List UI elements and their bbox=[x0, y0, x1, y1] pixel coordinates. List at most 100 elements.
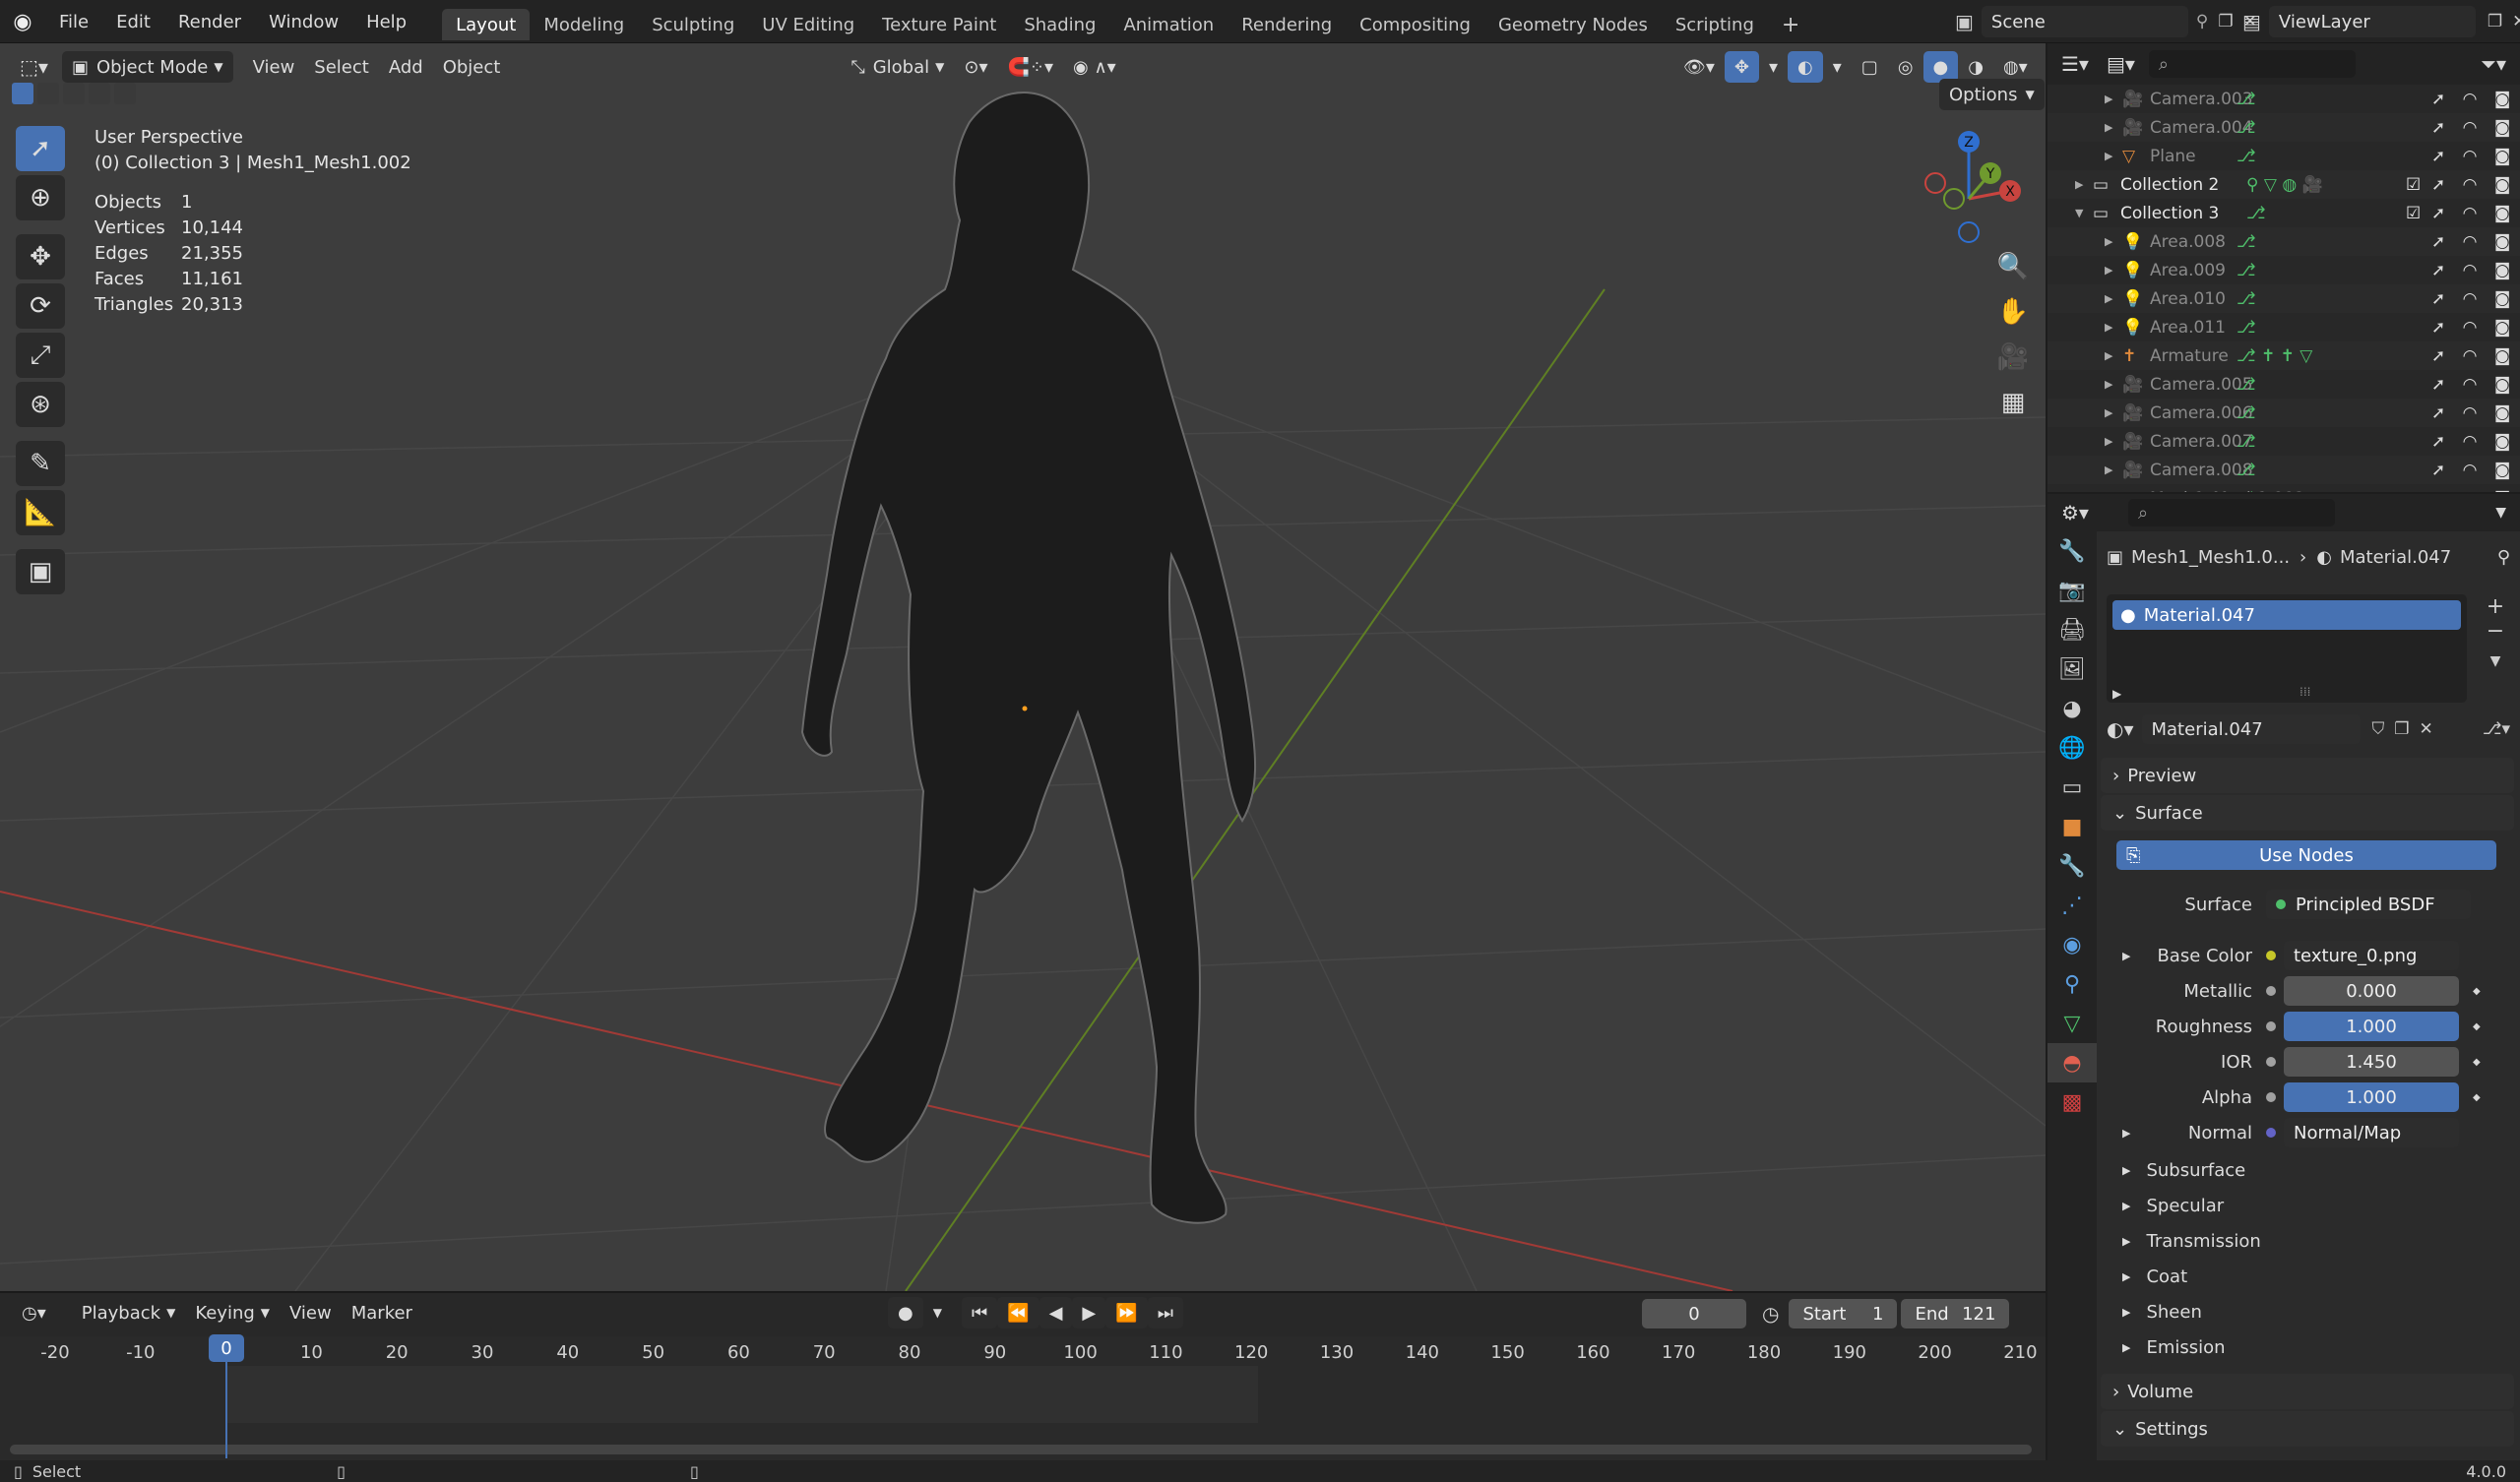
options-dropdown[interactable]: Options ▼ bbox=[1939, 79, 2045, 110]
particles-tab-icon[interactable]: ⋰ bbox=[2048, 886, 2097, 925]
restriction-toggles-icon[interactable]: ➚ ◠ ◙ bbox=[2431, 289, 2516, 309]
play-reverse-icon[interactable]: ◀ bbox=[1039, 1297, 1073, 1328]
expand-triangle-icon[interactable]: ▶ bbox=[2105, 406, 2112, 419]
subpanel-header[interactable]: ▶ Sheen bbox=[2107, 1295, 2202, 1328]
outliner-row[interactable]: ▼ ▭ Collection 3 ⎇ ☑ ➚ ◠ ◙ bbox=[2048, 199, 2520, 227]
slot-menu-chevron-icon[interactable]: ▼ bbox=[2481, 653, 2510, 669]
settings-panel-header[interactable]: ⌄ Settings bbox=[2101, 1411, 2514, 1447]
tab-layout[interactable]: Layout bbox=[442, 9, 531, 40]
display-mode-icon[interactable]: ▤▾ bbox=[2107, 52, 2135, 76]
data-link-icon[interactable]: ⎇ bbox=[2236, 403, 2256, 423]
subpanel-header[interactable]: ▶ Coat bbox=[2107, 1260, 2187, 1293]
keyframe-dot-icon[interactable]: ◆ bbox=[2473, 1057, 2481, 1068]
expand-triangle-icon[interactable]: ▶ bbox=[2105, 435, 2112, 448]
restriction-toggles-icon[interactable]: ➚ ◠ ◙ bbox=[2431, 489, 2516, 493]
outliner-row[interactable]: ▶ 💡 Area.010 ⎇ ➚ ◠ ◙ bbox=[2048, 284, 2520, 313]
surface-panel-header[interactable]: ⌄ Surface bbox=[2101, 795, 2514, 831]
jump-end-icon[interactable]: ⏭ bbox=[1147, 1297, 1183, 1328]
pan-hand-icon[interactable]: ✋ bbox=[1990, 289, 2036, 335]
timeline[interactable]: ◷▾ Playback ▼ Keying ▼ View Marker ● ▼ ⏮ ⏪… bbox=[0, 1291, 2046, 1462]
menu-file[interactable]: File bbox=[45, 0, 102, 43]
menu-add[interactable]: Add bbox=[379, 51, 433, 83]
tab-scripting[interactable]: Scripting bbox=[1662, 9, 1768, 40]
mode-dropdown[interactable]: ▣ Object Mode ▼ bbox=[61, 51, 233, 83]
expand-triangle-icon[interactable]: ▶ bbox=[2105, 378, 2112, 391]
data-link-icon[interactable]: ⎇ bbox=[2236, 461, 2256, 480]
play-icon[interactable]: ▶ bbox=[1072, 1297, 1106, 1328]
data-tab-icon[interactable]: ▽ bbox=[2048, 1004, 2097, 1043]
expand-triangle-icon[interactable]: ▶ bbox=[2105, 121, 2112, 134]
duplicate-material-icon[interactable]: ❐ bbox=[2394, 719, 2409, 739]
shading-wireframe-icon[interactable]: ◎ bbox=[1888, 51, 1923, 83]
select-invert-icon[interactable] bbox=[89, 83, 110, 104]
scene-tab-icon[interactable]: ◕ bbox=[2048, 689, 2097, 728]
outliner-row[interactable]: ▶ 🎥 Camera.003 ⎇ ➚ ◠ ◙ bbox=[2048, 85, 2520, 113]
select-new-icon[interactable] bbox=[12, 83, 33, 104]
render-tab-icon[interactable]: 📷 bbox=[2048, 571, 2097, 610]
preview-panel-header[interactable]: › Preview bbox=[2101, 758, 2514, 793]
input-value-field[interactable]: Normal/Map bbox=[2284, 1118, 2459, 1147]
expand-triangle-icon[interactable]: ▶ bbox=[2122, 950, 2130, 962]
navigation-gizmo[interactable]: Z X Y bbox=[1910, 122, 2028, 250]
node-link-icon[interactable]: ⎇▾ bbox=[2483, 719, 2510, 739]
expand-triangle-icon[interactable]: ▶ bbox=[2105, 264, 2112, 277]
snap-icon[interactable]: 🧲⁘▾ bbox=[998, 51, 1064, 83]
new-scene-icon[interactable]: ❐ bbox=[2218, 12, 2233, 31]
output-tab-icon[interactable]: 🖨 bbox=[2048, 610, 2097, 649]
material-name-field[interactable]: Material.047 bbox=[2141, 714, 2361, 744]
restriction-toggles-icon[interactable]: ➚ ◠ ◙ bbox=[2431, 261, 2516, 280]
view-layer-field[interactable]: ViewLayer bbox=[2268, 6, 2476, 37]
world-tab-icon[interactable]: 🌐 bbox=[2048, 728, 2097, 768]
menu-window[interactable]: Window bbox=[255, 0, 352, 43]
data-link-icon[interactable]: ⎇ bbox=[2236, 289, 2256, 309]
visibility-icon[interactable]: 👁▾ bbox=[1673, 51, 1725, 83]
restriction-toggles-icon[interactable]: ➚ ◠ ◙ bbox=[2431, 318, 2516, 338]
zoom-icon[interactable]: 🔍 bbox=[1990, 244, 2036, 289]
select-intersect-icon[interactable] bbox=[114, 83, 136, 104]
xray-icon[interactable]: ▢ bbox=[1852, 51, 1888, 83]
input-value-field[interactable]: 1.450 bbox=[2284, 1047, 2459, 1077]
gizmo-dropdown-icon[interactable]: ▾ bbox=[1759, 51, 1788, 83]
menu-select[interactable]: Select bbox=[304, 51, 379, 83]
modifier-tab-icon[interactable]: 🔧 bbox=[2048, 846, 2097, 886]
chevron-down-icon[interactable]: ▼ bbox=[923, 1297, 952, 1328]
add-cube-tool-icon[interactable]: ▣ bbox=[16, 549, 65, 594]
scale-tool-icon[interactable]: ⤢ bbox=[16, 333, 65, 378]
move-tool-icon[interactable]: ✥ bbox=[16, 234, 65, 279]
tab-modeling[interactable]: Modeling bbox=[530, 9, 638, 40]
restriction-toggles-icon[interactable]: ➚ ◠ ◙ bbox=[2431, 432, 2516, 452]
restriction-toggles-icon[interactable]: ➚ ◠ ◙ bbox=[2431, 375, 2516, 395]
perspective-grid-icon[interactable]: ▦ bbox=[1990, 380, 2036, 425]
outliner-search-input[interactable]: ⌕ bbox=[2148, 50, 2356, 78]
outliner-row[interactable]: ▶ 🎥 Camera.004 ⎇ ➚ ◠ ◙ bbox=[2048, 113, 2520, 142]
start-frame-field[interactable]: Start 1 bbox=[1789, 1299, 1898, 1328]
timeline-editor-icon[interactable]: ◷▾ bbox=[12, 1297, 56, 1328]
restriction-toggles-icon[interactable]: ➚ ◠ ◙ bbox=[2431, 232, 2516, 252]
editor-type-icon[interactable]: ⬚▾ bbox=[10, 51, 58, 83]
expand-triangle-icon[interactable]: ▶ bbox=[2105, 235, 2112, 248]
exclude-checkbox[interactable]: ☑ bbox=[2406, 204, 2421, 223]
record-icon[interactable]: ● bbox=[888, 1297, 923, 1328]
data-link-icon[interactable]: ⎇ bbox=[2236, 147, 2256, 166]
material-tab-icon[interactable]: ◓ bbox=[2048, 1043, 2097, 1082]
add-workspace-icon[interactable]: + bbox=[1768, 9, 1813, 40]
blender-logo-icon[interactable]: ◉ bbox=[0, 0, 45, 43]
properties-search-input[interactable]: ⌕ bbox=[2127, 499, 2335, 526]
outliner-row[interactable]: ▶ 🎥 Camera.008 ⎇ ➚ ◠ ◙ bbox=[2048, 456, 2520, 484]
resize-handle-icon[interactable]: ⁞⁞⁞ bbox=[2300, 685, 2310, 699]
expand-triangle-icon[interactable]: ▶ bbox=[2105, 93, 2112, 105]
material-slot[interactable]: ● Material.047 bbox=[2112, 600, 2461, 630]
volume-panel-header[interactable]: › Volume bbox=[2101, 1374, 2514, 1409]
socket-icon[interactable] bbox=[2266, 1057, 2276, 1067]
expand-triangle-icon[interactable]: ▶ bbox=[2112, 687, 2121, 701]
socket-icon[interactable] bbox=[2266, 1128, 2276, 1138]
outliner[interactable]: ☰▾ ▤▾ ⌕ ⏷▾ ▶ 🎥 Camera.003 ⎇ ➚ ◠ ◙ ▶ 🎥 Camera.00… bbox=[2048, 43, 2520, 492]
cursor-tool-icon[interactable]: ⊕ bbox=[16, 175, 65, 220]
transform-tool-icon[interactable]: ⊛ bbox=[16, 382, 65, 427]
data-link-icon[interactable]: ⎇ bbox=[2236, 489, 2256, 493]
filter-icon[interactable]: ⏷▾ bbox=[2481, 52, 2506, 76]
outliner-row[interactable]: ▶ 🎥 Camera.005 ⎇ ➚ ◠ ◙ bbox=[2048, 370, 2520, 399]
scene-field[interactable]: Scene bbox=[1981, 6, 2188, 37]
outliner-row[interactable]: ▶ 💡 Area.008 ⎇ ➚ ◠ ◙ bbox=[2048, 227, 2520, 256]
restriction-toggles-icon[interactable]: ➚ ◠ ◙ bbox=[2431, 461, 2516, 480]
